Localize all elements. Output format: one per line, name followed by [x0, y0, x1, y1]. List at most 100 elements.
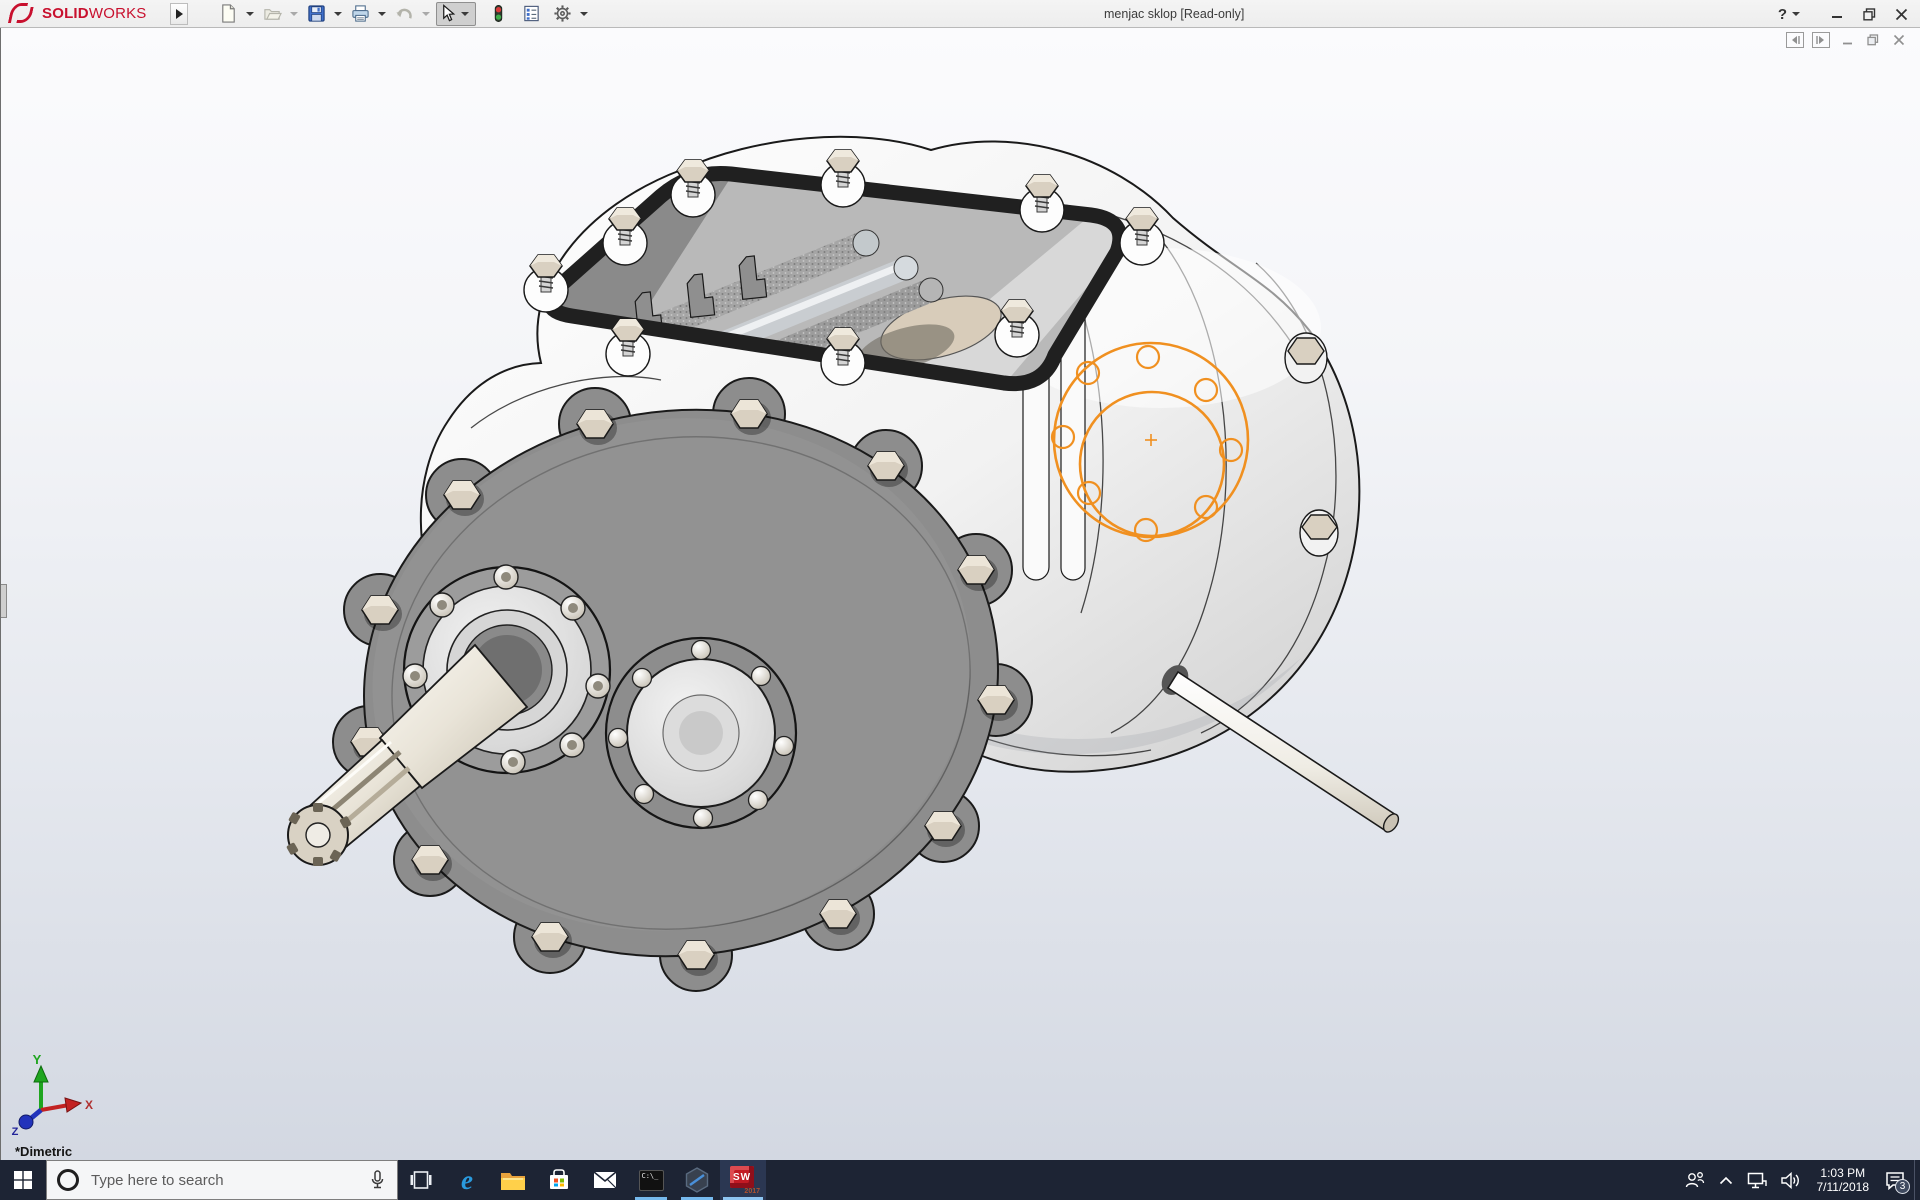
open-dropdown[interactable]	[290, 11, 298, 16]
save-button[interactable]	[304, 2, 329, 26]
restore-button[interactable]	[1856, 3, 1882, 25]
taskbar-store[interactable]	[536, 1160, 582, 1200]
rebuild-button[interactable]	[486, 2, 511, 26]
task-view-icon	[410, 1171, 432, 1189]
edge-icon: e	[461, 1165, 473, 1195]
taskbar-hexagon-app[interactable]	[674, 1160, 720, 1200]
gearbox-3d-model[interactable]	[1, 28, 1920, 1160]
arrow-left-icon	[1792, 36, 1800, 44]
microsoft-store-icon	[550, 1169, 568, 1189]
taskbar-solidworks-2017[interactable]: SW 2017	[720, 1160, 766, 1200]
taskbar-edge[interactable]: e	[444, 1160, 490, 1200]
command-prompt-icon: C:\_	[638, 1169, 664, 1191]
screen: SOLIDWORKS menjac sklop [Read-only] ? Y …	[0, 0, 1920, 1200]
print-dropdown[interactable]	[378, 11, 386, 16]
help-button[interactable]: ?	[1778, 6, 1804, 23]
select-dropdown[interactable]	[461, 11, 469, 16]
new-document-icon	[222, 4, 235, 23]
options-dropdown[interactable]	[580, 11, 588, 16]
3ds-mark-icon	[7, 2, 40, 25]
doc-restore-icon	[1867, 34, 1879, 46]
tray-date: 7/11/2018	[1816, 1180, 1870, 1194]
minimize-button[interactable]	[1824, 3, 1850, 25]
speaker-icon	[1780, 1171, 1799, 1189]
microphone-icon[interactable]	[370, 1170, 385, 1190]
notification-badge: 3	[1895, 1179, 1910, 1194]
triad-x-label: X	[85, 1098, 93, 1112]
window-controls: ?	[1778, 0, 1914, 28]
select-tool-button[interactable]	[436, 1, 476, 26]
options-button[interactable]	[550, 2, 575, 26]
save-dropdown[interactable]	[334, 11, 342, 16]
minimize-icon	[1832, 16, 1842, 18]
undo-button[interactable]	[392, 2, 417, 26]
help-dropdown[interactable]	[1792, 12, 1800, 16]
doc-restore-button[interactable]	[1864, 32, 1882, 48]
gear-icon	[554, 5, 571, 22]
new-document-button[interactable]	[216, 2, 241, 26]
stoplight-icon	[494, 5, 503, 22]
save-icon	[308, 5, 325, 22]
menu-expander-button[interactable]	[170, 2, 188, 25]
task-view-button[interactable]	[398, 1160, 444, 1200]
show-desktop-button[interactable]	[1914, 1160, 1920, 1200]
round-bearing-cover[interactable]	[604, 636, 798, 830]
dock-right-button[interactable]	[1812, 32, 1830, 48]
close-icon	[1895, 8, 1907, 20]
network-button[interactable]	[1740, 1160, 1774, 1200]
new-dropdown[interactable]	[246, 11, 254, 16]
print-button[interactable]	[348, 2, 373, 26]
mail-icon	[593, 1171, 617, 1189]
ethernet-icon	[1747, 1172, 1767, 1188]
brand-text: SOLIDWORKS	[42, 5, 147, 22]
doc-minimize-button[interactable]	[1838, 32, 1856, 48]
taskbar-file-explorer[interactable]	[490, 1160, 536, 1200]
tray-time: 1:03 PM	[1820, 1166, 1866, 1180]
windows-logo-icon	[14, 1171, 32, 1189]
hidden-icons-chevron[interactable]	[1712, 1160, 1740, 1200]
open-button[interactable]	[260, 2, 285, 26]
taskbar-mail[interactable]	[582, 1160, 628, 1200]
file-properties-button[interactable]	[519, 2, 544, 26]
quick-toolbar	[216, 1, 592, 26]
window-title: menjac sklop [Read-only]	[1104, 7, 1245, 21]
people-button[interactable]	[1678, 1160, 1712, 1200]
arrow-right-icon	[1816, 36, 1824, 44]
action-center-button[interactable]: 3	[1878, 1160, 1912, 1200]
taskbar-search[interactable]	[46, 1160, 398, 1200]
search-input[interactable]	[91, 1171, 370, 1189]
doc-close-button[interactable]	[1890, 32, 1908, 48]
clock[interactable]: 1:03 PM 7/11/2018	[1808, 1160, 1879, 1200]
document-window-controls	[1786, 32, 1908, 48]
hexagon-app-icon	[685, 1167, 709, 1193]
view-orientation-label: *Dimetric	[15, 1144, 73, 1159]
print-icon	[352, 5, 369, 22]
dock-left-button[interactable]	[1786, 32, 1804, 48]
people-icon	[1685, 1172, 1704, 1188]
reference-triad: Y X Z	[12, 1052, 93, 1138]
triad-z-label: Z	[12, 1126, 19, 1138]
triad-y-label: Y	[33, 1052, 42, 1067]
doc-close-icon	[1893, 34, 1905, 46]
start-button[interactable]	[0, 1160, 46, 1200]
close-button[interactable]	[1888, 3, 1914, 25]
expand-arrow-icon	[175, 8, 183, 19]
solidworks-logo: SOLIDWORKS	[7, 2, 158, 25]
undo-icon	[396, 8, 412, 19]
system-tray: 1:03 PM 7/11/2018 3	[1678, 1160, 1920, 1200]
windows-taskbar: e C:\_	[0, 1160, 1920, 1200]
file-properties-icon	[524, 5, 539, 22]
volume-button[interactable]	[1774, 1160, 1808, 1200]
chevron-up-icon	[1719, 1176, 1732, 1184]
undo-dropdown[interactable]	[422, 11, 430, 16]
solidworks-2017-icon: SW 2017	[728, 1166, 760, 1195]
graphics-viewport[interactable]: Y X Z *Dimetric	[0, 28, 1920, 1160]
doc-minimize-icon	[1842, 42, 1852, 44]
file-explorer-icon	[501, 1172, 525, 1190]
taskbar-command-prompt[interactable]: C:\_	[628, 1160, 674, 1200]
restore-icon	[1862, 7, 1875, 20]
open-icon	[264, 9, 282, 20]
cortana-icon[interactable]	[57, 1169, 79, 1191]
select-cursor-icon	[443, 4, 456, 22]
titlebar: SOLIDWORKS menjac sklop [Read-only] ?	[0, 0, 1920, 28]
